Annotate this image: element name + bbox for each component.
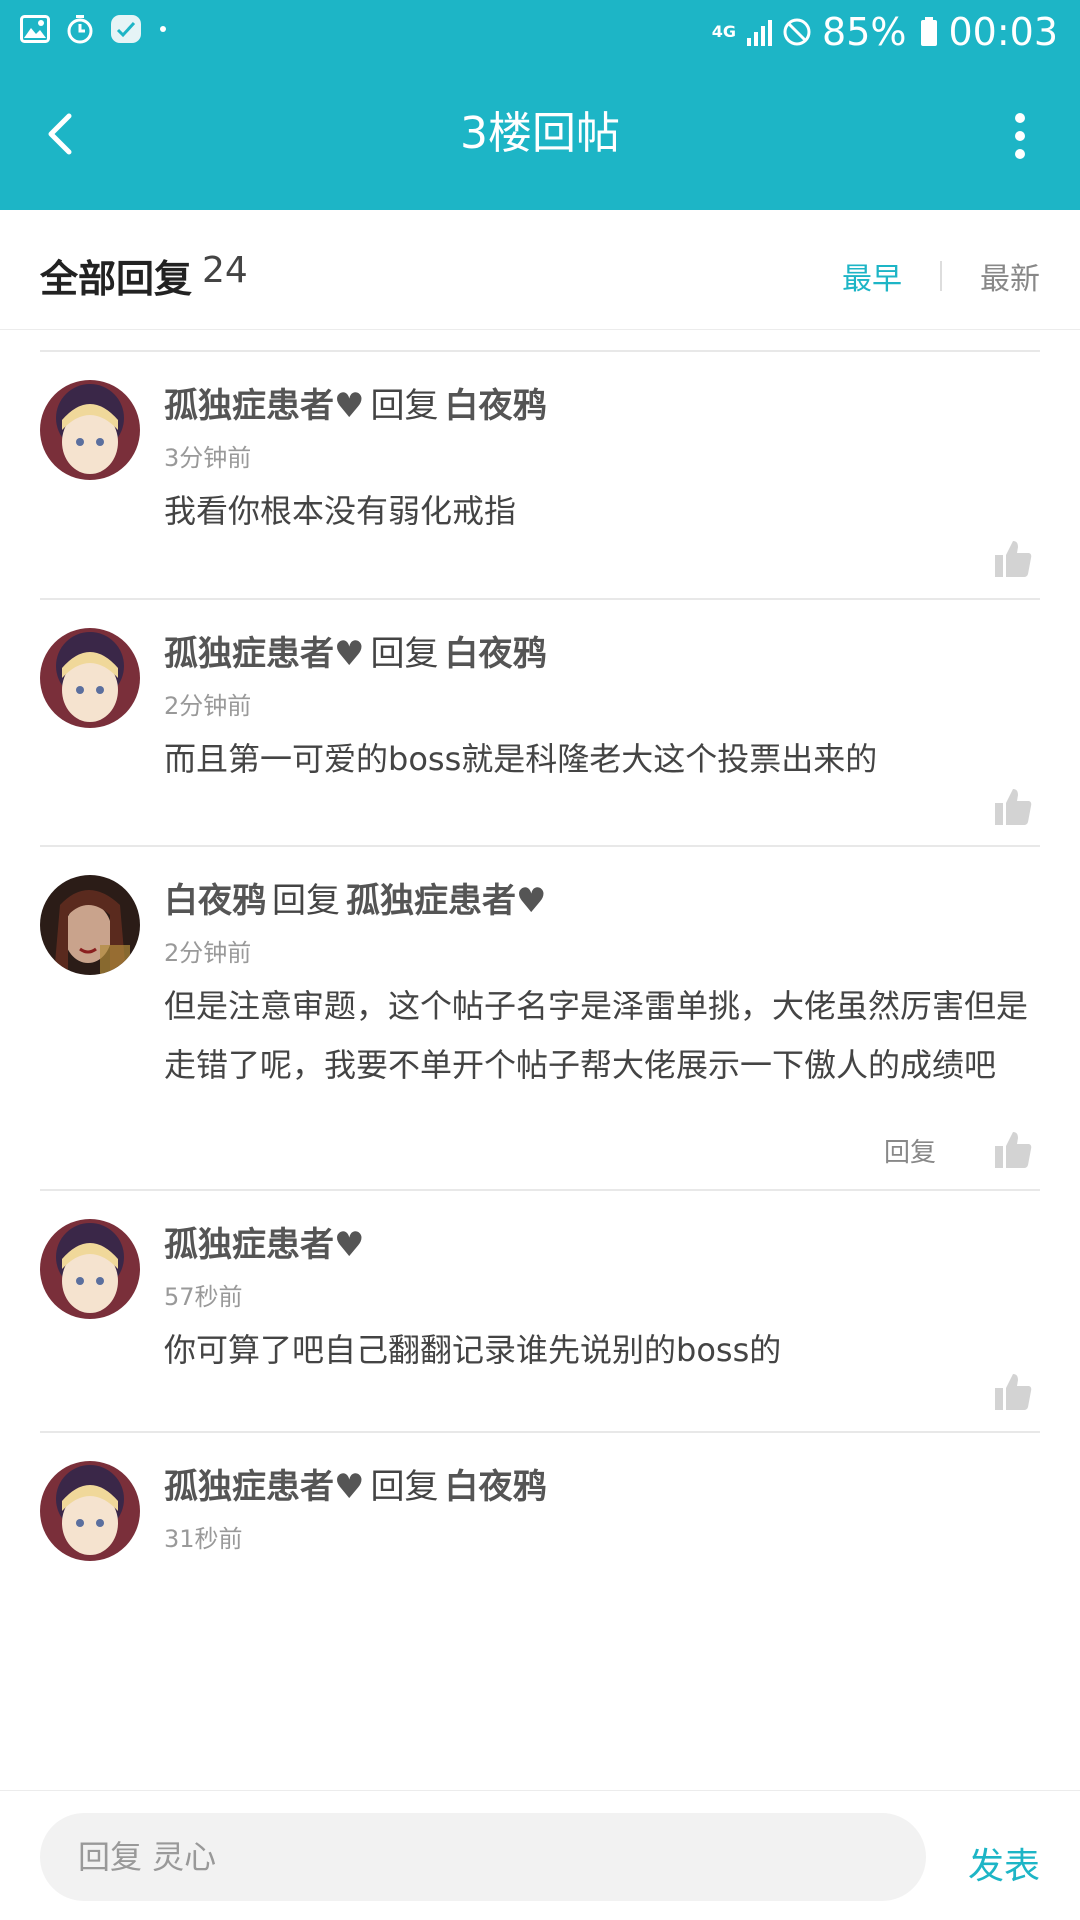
like-button[interactable]: [990, 536, 1036, 582]
sort-toggle: 最早 最新: [842, 254, 1040, 298]
status-left-icons: [20, 14, 184, 44]
reply-word: 回复: [370, 1467, 439, 1507]
avatar[interactable]: [40, 380, 140, 480]
sort-latest-tab[interactable]: 最新: [980, 254, 1040, 298]
reply-author[interactable]: 孤独症患者♥: [164, 1225, 364, 1265]
avatar[interactable]: [40, 875, 140, 975]
reply-time: 2分钟前: [164, 692, 252, 720]
reply-time: 3分钟前: [164, 444, 252, 472]
avatar[interactable]: [40, 1461, 140, 1561]
sort-divider: [940, 261, 942, 291]
more-options-button[interactable]: [1000, 104, 1040, 168]
stopwatch-icon: [66, 14, 94, 44]
reply-time: 31秒前: [164, 1525, 243, 1553]
all-replies-title: 全部回复: [40, 257, 193, 301]
reply-content: 但是注意审题，这个帖子名字是泽雷单挑，大佬虽然厉害但是走错了呢，我要不单开个帖子…: [164, 987, 1029, 1084]
more-vertical-icon: [1015, 113, 1025, 123]
more-vertical-icon-dot: [1015, 149, 1025, 159]
reply-author[interactable]: 孤独症患者♥: [164, 386, 364, 426]
status-right-icons: 4G 85% 00:03: [712, 10, 1058, 54]
reply-actions: 回复: [884, 1127, 1036, 1173]
reply-actions: [990, 1369, 1036, 1415]
battery-icon: [920, 17, 938, 47]
network-type-label: 4G: [711, 22, 737, 41]
page-title: 3楼回帖: [460, 108, 620, 159]
reply-word: 回复: [370, 386, 439, 426]
gallery-icon: [20, 15, 50, 43]
reply-item: 孤独症患者♥ 回复 白夜鸦 2分钟前 而且第一可爱的boss就是科隆老大这个投票出来…: [40, 598, 1040, 845]
reply-word: 回复: [272, 881, 340, 921]
avatar[interactable]: [40, 1219, 140, 1319]
reply-content: 你可算了吧自己翻翻记录谁先说别的boss的: [164, 1331, 782, 1369]
reply-header: 孤独症患者♥ 回复 白夜鸦: [164, 626, 546, 675]
reply-item: 孤独症患者♥ 回复 白夜鸦 31秒前: [40, 1431, 1040, 1790]
do-not-disturb-icon: [782, 17, 812, 47]
thumbs-up-icon: [995, 541, 1032, 577]
reply-target[interactable]: 孤独症患者♥: [346, 881, 546, 921]
reply-header: 白夜鸦 回复 孤独症患者♥: [164, 873, 546, 922]
reply-list: 孤独症患者♥ 回复 白夜鸦 3分钟前 我看你根本没有弱化戒指 孤独症患者♥ 回复 白夜鸦…: [0, 330, 1080, 1790]
dot-icon: [158, 24, 168, 34]
thumbs-up-icon: [995, 1374, 1032, 1410]
reply-header: 孤独症患者♥: [164, 1217, 364, 1266]
reply-item: 孤独症患者♥ 回复 白夜鸦 3分钟前 我看你根本没有弱化戒指: [40, 350, 1040, 598]
reply-content: 而且第一可爱的boss就是科隆老大这个投票出来的: [164, 740, 878, 778]
reply-word: 回复: [370, 634, 439, 674]
reply-header: 孤独症患者♥ 回复 白夜鸦: [164, 1459, 546, 1508]
compose-bar: 发表: [0, 1790, 1080, 1920]
like-button[interactable]: [990, 1127, 1036, 1173]
reply-time: 57秒前: [164, 1283, 243, 1311]
reply-input[interactable]: [40, 1813, 926, 1901]
thumbs-up-icon: [995, 1132, 1032, 1168]
top-bar: 4G 85% 00:03 3楼回帖: [0, 0, 1080, 210]
reply-target[interactable]: 白夜鸦: [444, 386, 546, 426]
reply-time: 2分钟前: [164, 939, 252, 967]
reply-author[interactable]: 孤独症患者♥: [164, 634, 364, 674]
replies-header: 全部回复 24 最早 最新: [0, 210, 1080, 330]
reply-count: 24: [202, 250, 248, 291]
reply-author[interactable]: 白夜鸦: [164, 881, 266, 921]
like-button[interactable]: [990, 1369, 1036, 1415]
publish-button[interactable]: 发表: [968, 1837, 1040, 1889]
reply-item: 孤独症患者♥ 57秒前 你可算了吧自己翻翻记录谁先说别的boss的: [40, 1189, 1040, 1431]
reply-actions: [990, 536, 1036, 582]
reply-target[interactable]: 白夜鸦: [444, 634, 546, 674]
like-button[interactable]: [990, 784, 1036, 830]
reply-actions: [990, 784, 1036, 830]
reply-item: 白夜鸦 回复 孤独症患者♥ 2分钟前 但是注意审题，这个帖子名字是泽雷单挑，大佬虽然…: [40, 845, 1040, 1189]
reply-button[interactable]: 回复: [884, 1132, 936, 1169]
clock: 00:03: [948, 10, 1058, 54]
thumbs-up-icon: [995, 789, 1032, 825]
reply-header: 孤独症患者♥ 回复 白夜鸦: [164, 378, 546, 427]
more-vertical-icon-dot: [1015, 131, 1025, 141]
status-bar: 4G 85% 00:03: [0, 0, 1080, 66]
signal-icon: [746, 18, 773, 46]
battery-percent: 85%: [822, 10, 907, 54]
avatar[interactable]: [40, 628, 140, 728]
app-notification-icon: [110, 14, 142, 44]
app-bar: 3楼回帖: [0, 66, 1080, 210]
sort-earliest-tab[interactable]: 最早: [842, 254, 902, 298]
reply-target[interactable]: 白夜鸦: [444, 1467, 546, 1507]
reply-content: 我看你根本没有弱化戒指: [164, 492, 517, 530]
reply-author[interactable]: 孤独症患者♥: [164, 1467, 364, 1507]
